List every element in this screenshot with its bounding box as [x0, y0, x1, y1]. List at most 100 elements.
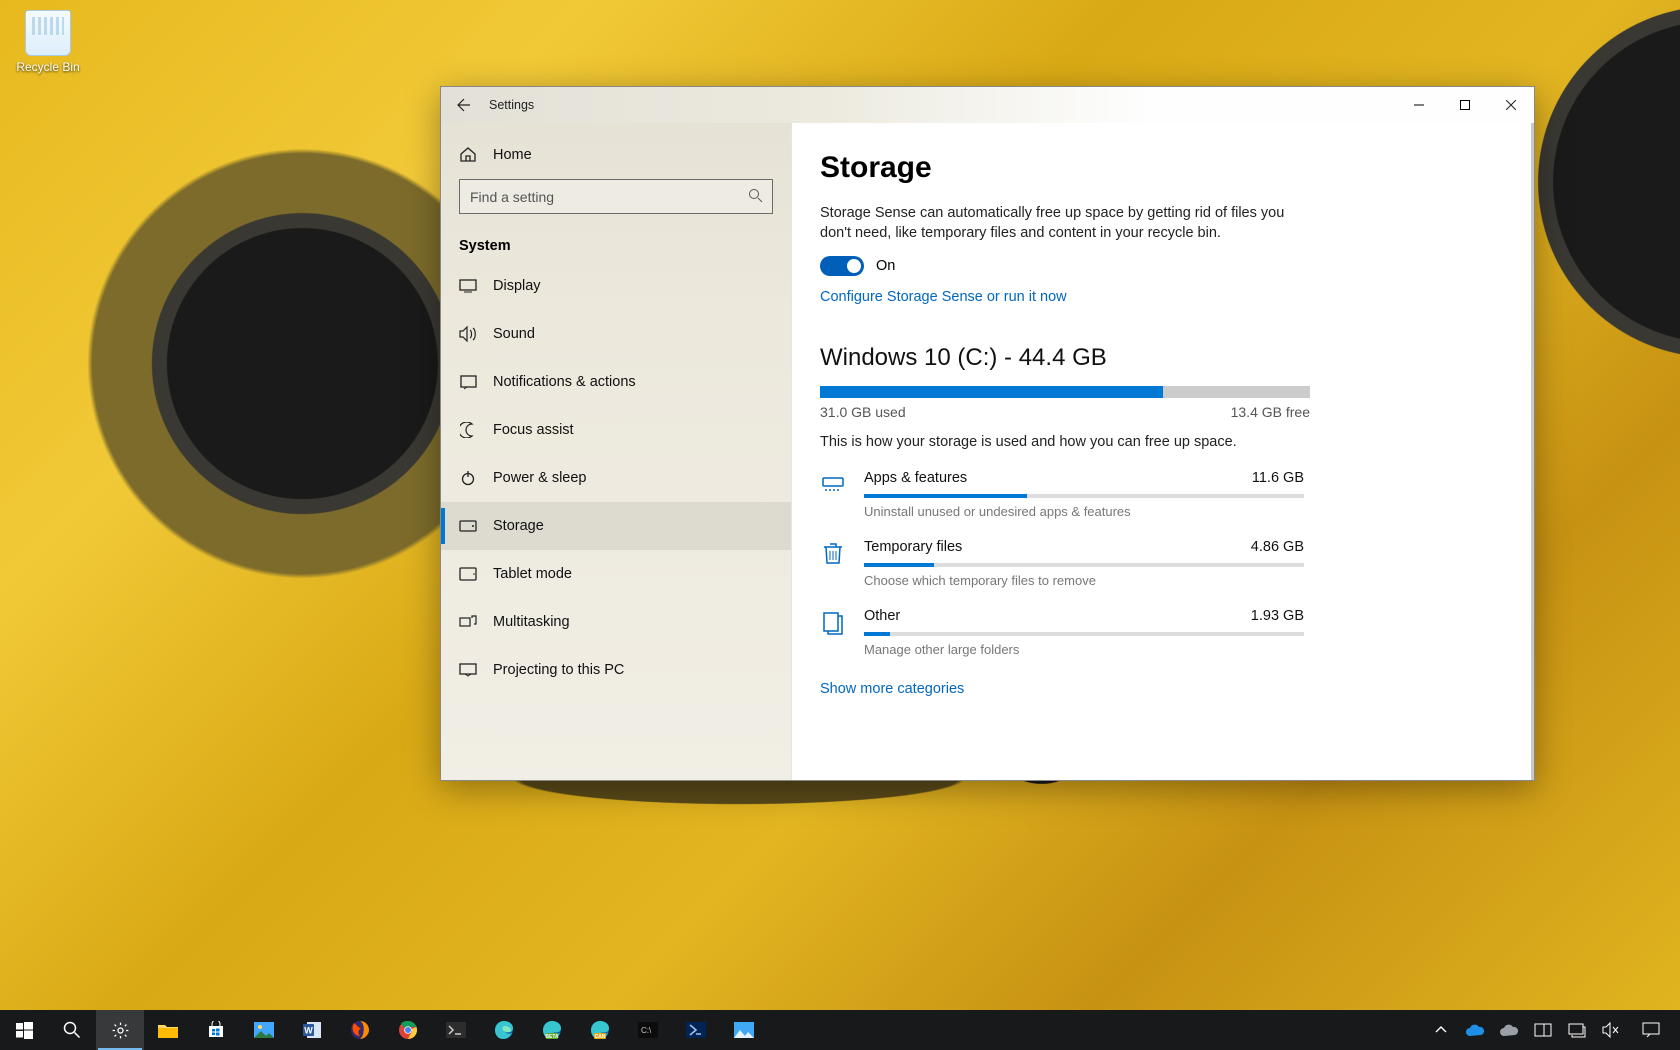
- taskbar-edge[interactable]: [480, 1010, 528, 1050]
- tray-network[interactable]: [1560, 1010, 1594, 1050]
- nav-label: Projecting to this PC: [493, 662, 624, 678]
- toggle-state-label: On: [876, 258, 895, 274]
- home-icon: [459, 146, 477, 164]
- cat-bar: [864, 494, 1304, 498]
- cat-bar: [864, 632, 1304, 636]
- tray-input-indicator[interactable]: [1526, 1010, 1560, 1050]
- sound-icon: [459, 325, 477, 343]
- back-arrow-icon: [456, 97, 472, 113]
- taskbar-word[interactable]: W: [288, 1010, 336, 1050]
- category-apps-features[interactable]: Apps & features 11.6 GB Uninstall unused …: [820, 470, 1494, 519]
- drive-free-label: 13.4 GB free: [1231, 404, 1310, 420]
- nav-multitasking[interactable]: Multitasking: [441, 598, 791, 646]
- drive-usage-fill: [820, 386, 1163, 398]
- cat-hint: Choose which temporary files to remove: [864, 573, 1304, 588]
- cat-size: 11.6 GB: [1252, 470, 1304, 486]
- recycle-bin-label: Recycle Bin: [10, 60, 86, 74]
- cat-name: Temporary files: [864, 539, 962, 555]
- cat-size: 1.93 GB: [1251, 608, 1304, 624]
- drive-usage-bar: [820, 386, 1310, 398]
- window-title: Settings: [487, 98, 534, 112]
- svg-text:CAN: CAN: [595, 1034, 606, 1040]
- taskbar: W BETA CAN C:\: [0, 1010, 1680, 1050]
- show-desktop[interactable]: [1674, 1010, 1680, 1050]
- tray-overflow[interactable]: [1424, 1010, 1458, 1050]
- power-icon: [459, 469, 477, 487]
- system-tray: [1424, 1010, 1680, 1050]
- svg-text:W: W: [304, 1026, 313, 1036]
- tray-action-center[interactable]: [1628, 1010, 1674, 1050]
- nav-notifications[interactable]: Notifications & actions: [441, 358, 791, 406]
- search-button[interactable]: [48, 1010, 96, 1050]
- window-buttons: [1396, 87, 1534, 123]
- nav-sound[interactable]: Sound: [441, 310, 791, 358]
- taskbar-chrome[interactable]: [384, 1010, 432, 1050]
- settings-window: Settings Home System Display Sou: [440, 86, 1535, 781]
- focus-assist-icon: [459, 421, 477, 439]
- nav-label: Storage: [493, 518, 544, 534]
- nav-label: Sound: [493, 326, 535, 342]
- minimize-button[interactable]: [1396, 87, 1442, 123]
- search-input[interactable]: [459, 179, 773, 214]
- storage-sense-description: Storage Sense can automatically free up …: [820, 203, 1290, 244]
- trash-icon: [820, 541, 846, 567]
- category-header: System: [441, 224, 791, 262]
- taskbar-photos[interactable]: [240, 1010, 288, 1050]
- tray-onedrive-1[interactable]: [1458, 1010, 1492, 1050]
- tablet-icon: [459, 565, 477, 583]
- taskbar-firefox[interactable]: [336, 1010, 384, 1050]
- nav-storage[interactable]: Storage: [441, 502, 791, 550]
- svg-text:BETA: BETA: [545, 1034, 559, 1040]
- storage-sense-toggle[interactable]: [820, 256, 864, 276]
- taskbar-store[interactable]: [192, 1010, 240, 1050]
- close-button[interactable]: [1488, 87, 1534, 123]
- scrollbar[interactable]: [1531, 123, 1534, 780]
- nav-tablet-mode[interactable]: Tablet mode: [441, 550, 791, 598]
- show-more-categories-link[interactable]: Show more categories: [820, 681, 964, 697]
- tray-onedrive-2[interactable]: [1492, 1010, 1526, 1050]
- storage-icon: [459, 517, 477, 535]
- nav-home[interactable]: Home: [441, 131, 791, 179]
- nav-power-sleep[interactable]: Power & sleep: [441, 454, 791, 502]
- cat-name: Apps & features: [864, 470, 967, 486]
- recycle-bin-icon[interactable]: Recycle Bin: [10, 10, 86, 74]
- configure-storage-sense-link[interactable]: Configure Storage Sense or run it now: [820, 289, 1067, 305]
- nav-focus-assist[interactable]: Focus assist: [441, 406, 791, 454]
- apps-icon: [820, 472, 846, 498]
- svg-text:C:\: C:\: [641, 1026, 652, 1035]
- taskbar-edge-canary[interactable]: CAN: [576, 1010, 624, 1050]
- taskbar-edge-beta[interactable]: BETA: [528, 1010, 576, 1050]
- taskbar-cmd[interactable]: C:\: [624, 1010, 672, 1050]
- cat-bar: [864, 563, 1304, 567]
- nav-display[interactable]: Display: [441, 262, 791, 310]
- projecting-icon: [459, 661, 477, 679]
- sidebar: Home System Display Sound Notifications …: [441, 123, 791, 780]
- category-other[interactable]: Other1.93 GB Manage other large folders: [820, 608, 1494, 657]
- how-used-description: This is how your storage is used and how…: [820, 434, 1494, 450]
- maximize-button[interactable]: [1442, 87, 1488, 123]
- nav-label: Multitasking: [493, 614, 570, 630]
- display-icon: [459, 277, 477, 295]
- taskbar-settings[interactable]: [96, 1010, 144, 1050]
- back-button[interactable]: [441, 87, 487, 123]
- drive-used-label: 31.0 GB used: [820, 404, 906, 420]
- content-area: Storage Storage Sense can automatically …: [791, 123, 1534, 780]
- nav-home-label: Home: [493, 147, 532, 163]
- taskbar-terminal[interactable]: [432, 1010, 480, 1050]
- taskbar-paint[interactable]: [720, 1010, 768, 1050]
- category-temporary-files[interactable]: Temporary files4.86 GB Choose which temp…: [820, 539, 1494, 588]
- other-icon: [820, 610, 846, 636]
- nav-label: Display: [493, 278, 541, 294]
- page-title: Storage: [820, 151, 1494, 185]
- titlebar[interactable]: Settings: [441, 87, 1534, 123]
- nav-label: Focus assist: [493, 422, 574, 438]
- taskbar-file-explorer[interactable]: [144, 1010, 192, 1050]
- start-button[interactable]: [0, 1010, 48, 1050]
- cat-hint: Uninstall unused or undesired apps & fea…: [864, 504, 1304, 519]
- taskbar-powershell[interactable]: [672, 1010, 720, 1050]
- nav-projecting[interactable]: Projecting to this PC: [441, 646, 791, 694]
- tray-volume-muted[interactable]: [1594, 1010, 1628, 1050]
- notifications-icon: [459, 373, 477, 391]
- search-wrap: [441, 179, 791, 224]
- multitasking-icon: [459, 613, 477, 631]
